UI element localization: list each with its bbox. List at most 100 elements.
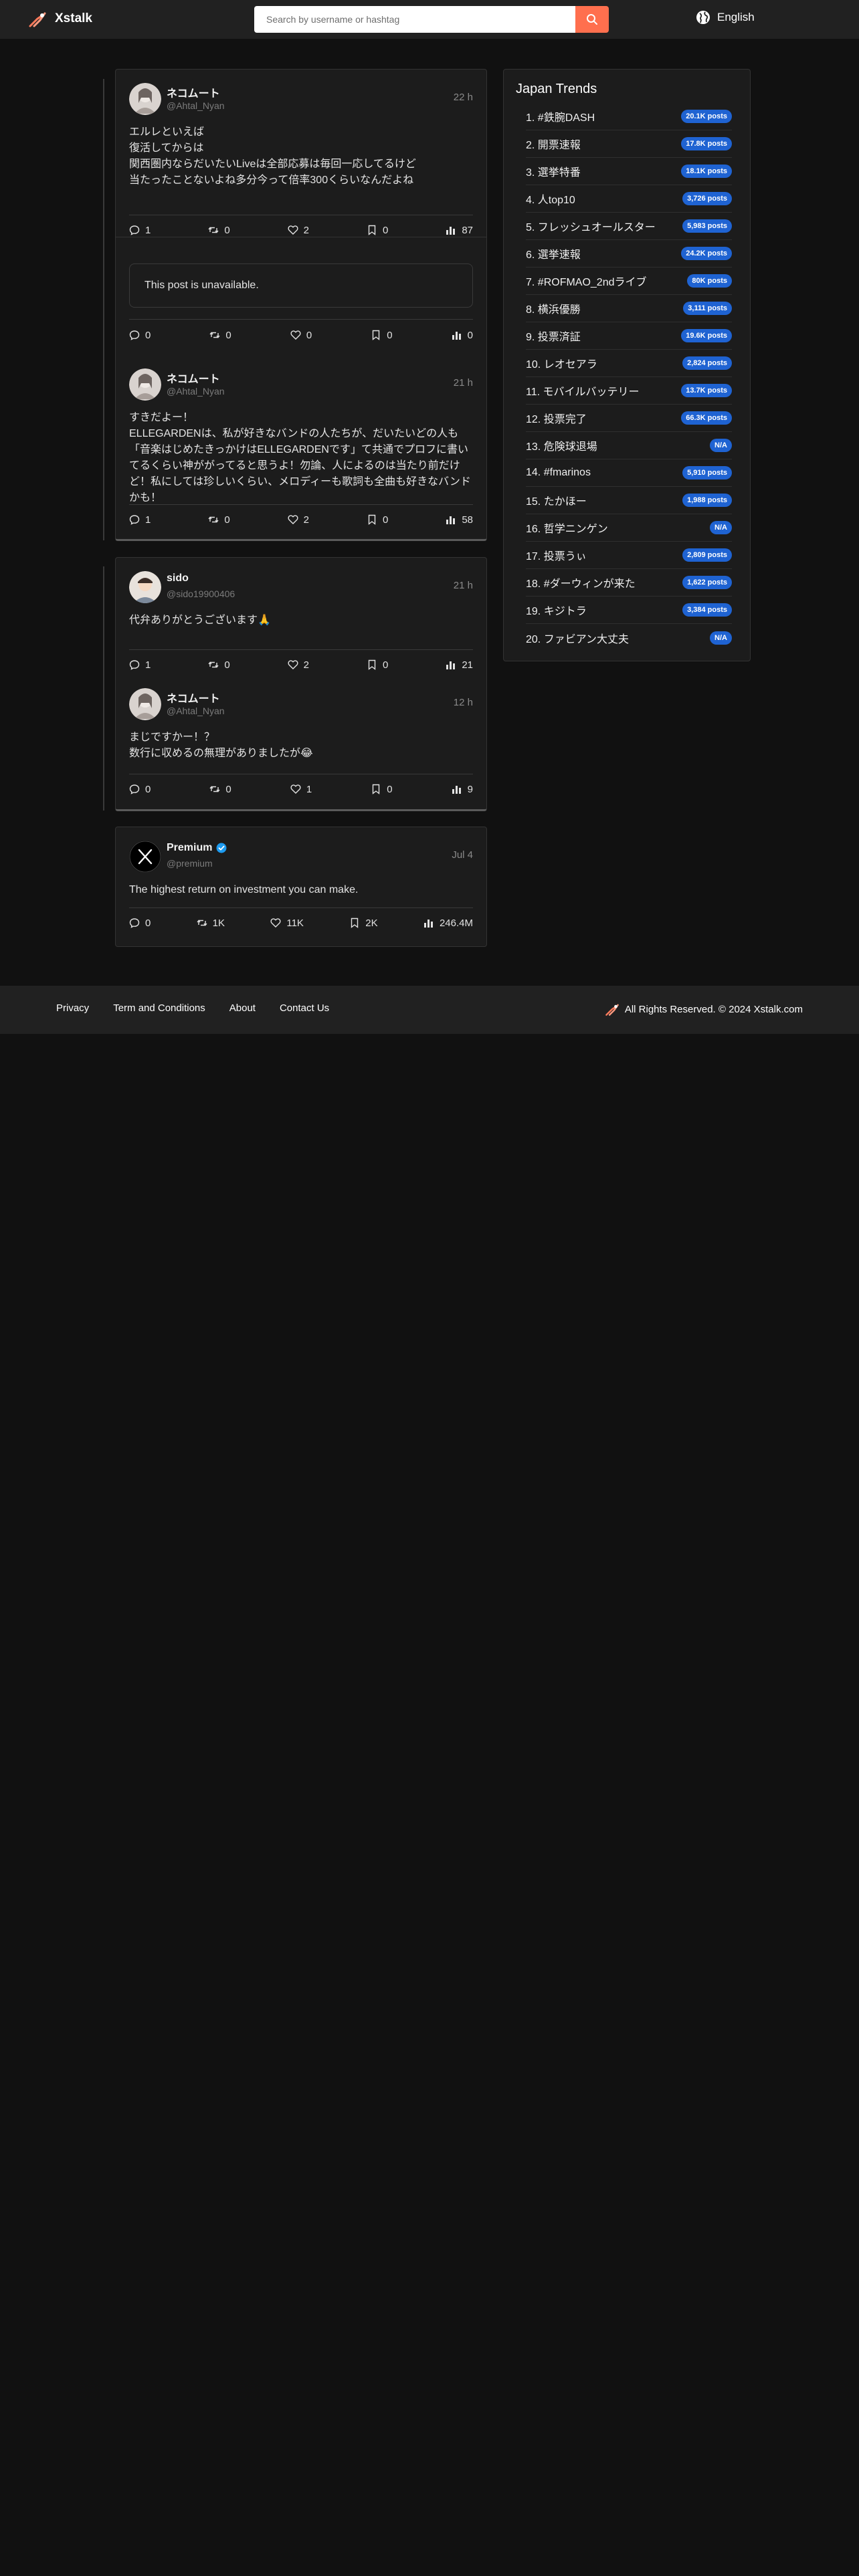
trend-item[interactable]: 10. レオセアラ 2,824 posts [526, 350, 732, 377]
trend-item[interactable]: 18. #ダーウィンが来た 1,622 posts [526, 569, 732, 597]
language-selector[interactable]: English [696, 10, 755, 25]
post[interactable]: ネコムート @Ahtal_Nyan 21 h すきだよー！ ELLEGARDEN… [129, 368, 473, 536]
like-stat[interactable]: 1 [290, 784, 312, 795]
trend-item[interactable]: 14. #fmarinos 5,910 posts [526, 459, 732, 487]
author-handle[interactable]: @Ahtal_Nyan [167, 100, 225, 111]
post: 0 0 0 0 0 [129, 319, 473, 359]
avatar[interactable] [129, 368, 161, 401]
brand-link[interactable]: Xstalk [28, 9, 92, 28]
footer-link-privacy[interactable]: Privacy [56, 1002, 89, 1014]
post[interactable]: ネコムート @Ahtal_Nyan 12 h まじですかー！？ 数行に収めるの無… [129, 688, 473, 802]
bar-chart-icon [452, 332, 461, 340]
reply-count: 1 [145, 514, 151, 526]
reply-stat[interactable]: 0 [129, 918, 151, 929]
reply-stat[interactable]: 0 [129, 784, 151, 795]
divider [129, 504, 473, 505]
author-name[interactable]: ネコムート [167, 84, 220, 100]
trend-item[interactable]: 4. 人top10 3,726 posts [526, 185, 732, 213]
repost-count: 0 [224, 514, 230, 526]
author-name[interactable]: Premium [167, 842, 227, 854]
bookmark-count: 0 [387, 783, 393, 795]
bookmark-stat[interactable]: 0 [367, 225, 388, 236]
repost-stat[interactable]: 0 [208, 659, 230, 671]
trend-item[interactable]: 6. 選挙速報 24.2K posts [526, 240, 732, 267]
trend-item[interactable]: 9. 投票済証 19.6K posts [526, 322, 732, 350]
bookmark-stat[interactable]: 2K [349, 918, 378, 929]
repost-stat[interactable]: 0 [208, 514, 230, 526]
trend-item[interactable]: 3. 選挙特番 18.1K posts [526, 158, 732, 185]
author-handle[interactable]: @Ahtal_Nyan [167, 706, 225, 716]
like-stat[interactable]: 2 [288, 225, 309, 236]
search-button[interactable] [575, 6, 609, 33]
author-name[interactable]: ネコムート [167, 370, 220, 386]
repost-stat[interactable]: 1K [197, 918, 225, 929]
avatar[interactable] [129, 571, 161, 603]
trend-item[interactable]: 13. 危険球退場 N/A [526, 432, 732, 459]
bookmark-stat[interactable]: 0 [371, 783, 393, 795]
avatar[interactable] [129, 688, 161, 720]
bookmark-stat[interactable]: 0 [367, 659, 388, 671]
trend-count-badge: 2,809 posts [682, 548, 732, 562]
footer-link-terms[interactable]: Term and Conditions [113, 1002, 205, 1014]
like-stat[interactable]: 0 [290, 330, 312, 341]
post-time: 22 h [453, 92, 473, 103]
views-count: 21 [462, 659, 473, 671]
search-icon [587, 14, 597, 25]
repost-stat[interactable]: 0 [209, 330, 231, 341]
post-stats: 1 0 2 0 87 [129, 223, 473, 237]
search-input[interactable] [254, 6, 575, 33]
author-handle[interactable]: @premium [167, 858, 213, 869]
heart-icon [290, 330, 301, 340]
post-stats: 1 0 2 0 21 [129, 658, 473, 671]
trend-item[interactable]: 16. 哲学ニンゲン N/A [526, 514, 732, 542]
trend-item[interactable]: 7. #ROFMAO_2ndライブ 80K posts [526, 267, 732, 295]
reply-icon [129, 660, 140, 670]
footer-link-about[interactable]: About [229, 1002, 256, 1014]
trend-item[interactable]: 15. たかほー 1,988 posts [526, 487, 732, 514]
like-stat[interactable]: 11K [270, 918, 304, 929]
post[interactable]: Premium @premium Jul 4 The highest retur… [129, 841, 473, 938]
reply-stat[interactable]: 1 [129, 514, 151, 526]
post[interactable]: ネコムート @Ahtal_Nyan 22 h エルレといえば 復活してからは 関… [129, 83, 473, 237]
trend-item[interactable]: 19. キジトラ 3,384 posts [526, 597, 732, 624]
author-handle[interactable]: @sido19900406 [167, 588, 235, 599]
trend-item[interactable]: 11. モバイルバッテリー 13.7K posts [526, 377, 732, 405]
bookmark-stat[interactable]: 0 [371, 330, 393, 341]
author-name[interactable]: ネコムート [167, 689, 220, 706]
like-count: 11K [286, 917, 304, 929]
avatar[interactable] [129, 841, 161, 873]
trends-title: Japan Trends [516, 82, 597, 96]
reply-stat[interactable]: 1 [129, 225, 151, 236]
reply-stat[interactable]: 0 [129, 330, 151, 341]
post-time: 12 h [453, 697, 473, 708]
reply-stat[interactable]: 1 [129, 659, 151, 671]
trend-label: 16. 哲学ニンゲン [526, 524, 608, 535]
repost-count: 0 [225, 329, 231, 341]
author-handle[interactable]: @Ahtal_Nyan [167, 386, 225, 397]
bookmark-stat[interactable]: 0 [367, 514, 388, 526]
bar-chart-icon [446, 661, 456, 669]
trend-item[interactable]: 1. #鉄腕DASH 20.1K posts [526, 103, 732, 130]
reply-count: 0 [145, 783, 151, 795]
like-stat[interactable]: 2 [288, 514, 309, 526]
trend-count-badge: 3,726 posts [682, 192, 732, 205]
post[interactable]: sido @sido19900406 21 h 代弁ありがとうございます🙏 1 … [129, 571, 473, 685]
post-time: Jul 4 [452, 849, 473, 861]
trend-label: 19. キジトラ [526, 606, 587, 617]
brand-logo-icon [605, 1004, 619, 1016]
repost-icon [209, 332, 220, 338]
trend-item[interactable]: 2. 開票速報 17.8K posts [526, 130, 732, 158]
trend-item[interactable]: 8. 横浜優勝 3,111 posts [526, 295, 732, 322]
author-name[interactable]: sido [167, 572, 189, 584]
repost-stat[interactable]: 0 [208, 225, 230, 236]
like-stat[interactable]: 2 [288, 659, 309, 671]
avatar[interactable] [129, 83, 161, 115]
trend-item[interactable]: 5. フレッシュオールスター 5,983 posts [526, 213, 732, 240]
trend-count-badge: 17.8K posts [681, 137, 732, 150]
trend-item[interactable]: 17. 投票うぃ 2,809 posts [526, 542, 732, 569]
footer-link-contact[interactable]: Contact Us [280, 1002, 329, 1014]
trend-item[interactable]: 20. ファビアン大丈夫 N/A [526, 624, 732, 651]
reply-icon [129, 225, 140, 235]
repost-stat[interactable]: 0 [209, 784, 231, 795]
trend-item[interactable]: 12. 投票完了 66.3K posts [526, 405, 732, 432]
